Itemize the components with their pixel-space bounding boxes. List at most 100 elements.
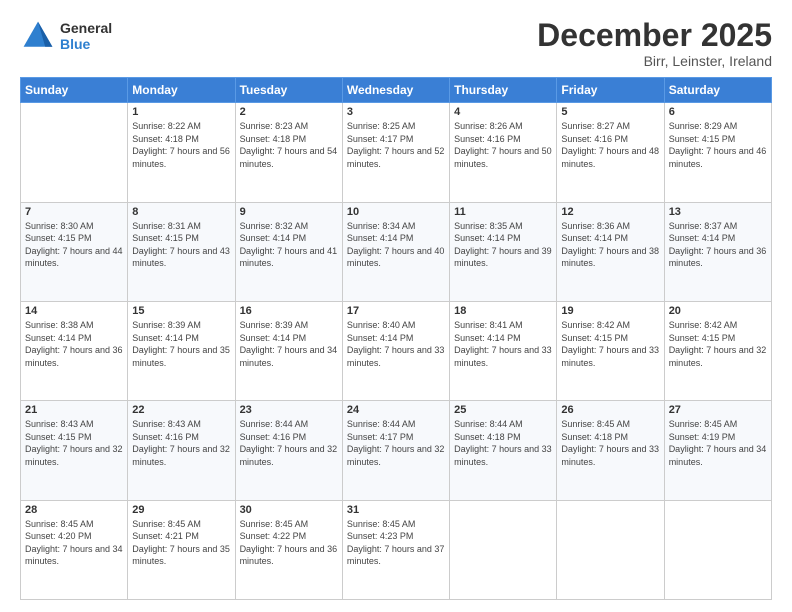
calendar-cell: 7 Sunrise: 8:30 AMSunset: 4:15 PMDaylight… <box>21 202 128 301</box>
calendar-cell: 28 Sunrise: 8:45 AMSunset: 4:20 PMDayligh… <box>21 500 128 599</box>
day-number: 22 <box>132 404 230 416</box>
month-title: December 2025 <box>537 18 772 53</box>
calendar-cell: 16Sunrise: 8:39 AMSunset: 4:14 PMDayligh… <box>235 301 342 400</box>
day-number: 10 <box>347 206 445 218</box>
day-info: Sunrise: 8:42 AMSunset: 4:15 PMDaylight:… <box>561 319 659 369</box>
calendar-cell <box>664 500 771 599</box>
calendar-cell: 19 Sunrise: 8:42 AMSunset: 4:15 PMDayligh… <box>557 301 664 400</box>
calendar-cell: 4Sunrise: 8:26 AMSunset: 4:16 PMDaylight… <box>450 103 557 202</box>
calendar-cell: 14 Sunrise: 8:38 AMSunset: 4:14 PMDayligh… <box>21 301 128 400</box>
calendar-cell: 15Sunrise: 8:39 AMSunset: 4:14 PMDayligh… <box>128 301 235 400</box>
calendar-cell: 24 Sunrise: 8:44 AMSunset: 4:17 PMDayligh… <box>342 401 449 500</box>
day-number: 9 <box>240 206 338 218</box>
day-number: 2 <box>240 106 338 118</box>
header: General Blue December 2025 Birr, Leinste… <box>20 18 772 69</box>
calendar-cell: 17 Sunrise: 8:40 AMSunset: 4:14 PMDayligh… <box>342 301 449 400</box>
day-number: 31 <box>347 504 445 516</box>
calendar-cell: 30 Sunrise: 8:45 AMSunset: 4:22 PMDayligh… <box>235 500 342 599</box>
calendar-cell <box>450 500 557 599</box>
weekday-header: Saturday <box>664 78 771 103</box>
calendar-cell: 5 Sunrise: 8:27 AMSunset: 4:16 PMDaylight… <box>557 103 664 202</box>
weekday-header: Tuesday <box>235 78 342 103</box>
day-info: Sunrise: 8:45 AMSunset: 4:21 PMDaylight:… <box>132 518 230 568</box>
calendar-cell: 18 Sunrise: 8:41 AMSunset: 4:14 PMDayligh… <box>450 301 557 400</box>
calendar-cell: 26 Sunrise: 8:45 AMSunset: 4:18 PMDayligh… <box>557 401 664 500</box>
calendar-cell: 25 Sunrise: 8:44 AMSunset: 4:18 PMDayligh… <box>450 401 557 500</box>
location: Birr, Leinster, Ireland <box>537 53 772 69</box>
weekday-header: Sunday <box>21 78 128 103</box>
calendar: SundayMondayTuesdayWednesdayThursdayFrid… <box>20 77 772 600</box>
logo-text: General Blue <box>60 20 112 52</box>
day-info: Sunrise: 8:43 AMSunset: 4:16 PMDaylight:… <box>132 418 230 468</box>
day-info: Sunrise: 8:41 AMSunset: 4:14 PMDaylight:… <box>454 319 552 369</box>
day-number: 20 <box>669 305 767 317</box>
day-info: Sunrise: 8:26 AMSunset: 4:16 PMDaylight:… <box>454 120 552 170</box>
day-info: Sunrise: 8:45 AMSunset: 4:22 PMDaylight:… <box>240 518 338 568</box>
day-number: 28 <box>25 504 123 516</box>
day-info: Sunrise: 8:37 AMSunset: 4:14 PMDaylight:… <box>669 220 767 270</box>
weekday-header: Monday <box>128 78 235 103</box>
calendar-cell: 2Sunrise: 8:23 AMSunset: 4:18 PMDaylight… <box>235 103 342 202</box>
header-row: SundayMondayTuesdayWednesdayThursdayFrid… <box>21 78 772 103</box>
day-number: 5 <box>561 106 659 118</box>
day-info: Sunrise: 8:44 AMSunset: 4:18 PMDaylight:… <box>454 418 552 468</box>
calendar-cell: 8 Sunrise: 8:31 AMSunset: 4:15 PMDaylight… <box>128 202 235 301</box>
calendar-cell: 20 Sunrise: 8:42 AMSunset: 4:15 PMDayligh… <box>664 301 771 400</box>
calendar-cell: 6Sunrise: 8:29 AMSunset: 4:15 PMDaylight… <box>664 103 771 202</box>
weekday-header: Friday <box>557 78 664 103</box>
day-number: 27 <box>669 404 767 416</box>
day-number: 12 <box>561 206 659 218</box>
logo: General Blue <box>20 18 112 54</box>
day-info: Sunrise: 8:35 AMSunset: 4:14 PMDaylight:… <box>454 220 552 270</box>
day-info: Sunrise: 8:34 AMSunset: 4:14 PMDaylight:… <box>347 220 445 270</box>
day-number: 15 <box>132 305 230 317</box>
day-info: Sunrise: 8:38 AMSunset: 4:14 PMDaylight:… <box>25 319 123 369</box>
weekday-header: Thursday <box>450 78 557 103</box>
calendar-cell <box>21 103 128 202</box>
title-block: December 2025 Birr, Leinster, Ireland <box>537 18 772 69</box>
calendar-week-row: 28 Sunrise: 8:45 AMSunset: 4:20 PMDayligh… <box>21 500 772 599</box>
day-number: 18 <box>454 305 552 317</box>
calendar-cell <box>557 500 664 599</box>
day-info: Sunrise: 8:45 AMSunset: 4:20 PMDaylight:… <box>25 518 123 568</box>
calendar-cell: 27 Sunrise: 8:45 AMSunset: 4:19 PMDayligh… <box>664 401 771 500</box>
day-info: Sunrise: 8:43 AMSunset: 4:15 PMDaylight:… <box>25 418 123 468</box>
day-info: Sunrise: 8:27 AMSunset: 4:16 PMDaylight:… <box>561 120 659 170</box>
calendar-cell: 12 Sunrise: 8:36 AMSunset: 4:14 PMDayligh… <box>557 202 664 301</box>
day-number: 29 <box>132 504 230 516</box>
day-number: 25 <box>454 404 552 416</box>
day-info: Sunrise: 8:40 AMSunset: 4:14 PMDaylight:… <box>347 319 445 369</box>
calendar-week-row: 1Sunrise: 8:22 AMSunset: 4:18 PMDaylight… <box>21 103 772 202</box>
day-info: Sunrise: 8:44 AMSunset: 4:16 PMDaylight:… <box>240 418 338 468</box>
day-info: Sunrise: 8:42 AMSunset: 4:15 PMDaylight:… <box>669 319 767 369</box>
logo-icon <box>20 18 56 54</box>
day-info: Sunrise: 8:45 AMSunset: 4:23 PMDaylight:… <box>347 518 445 568</box>
day-info: Sunrise: 8:45 AMSunset: 4:18 PMDaylight:… <box>561 418 659 468</box>
calendar-cell: 21Sunrise: 8:43 AMSunset: 4:15 PMDayligh… <box>21 401 128 500</box>
day-number: 24 <box>347 404 445 416</box>
calendar-week-row: 7 Sunrise: 8:30 AMSunset: 4:15 PMDaylight… <box>21 202 772 301</box>
calendar-cell: 10 Sunrise: 8:34 AMSunset: 4:14 PMDayligh… <box>342 202 449 301</box>
day-number: 19 <box>561 305 659 317</box>
day-info: Sunrise: 8:44 AMSunset: 4:17 PMDaylight:… <box>347 418 445 468</box>
day-number: 14 <box>25 305 123 317</box>
day-info: Sunrise: 8:30 AMSunset: 4:15 PMDaylight:… <box>25 220 123 270</box>
day-number: 7 <box>25 206 123 218</box>
logo-general: General <box>60 20 112 36</box>
day-number: 26 <box>561 404 659 416</box>
day-number: 8 <box>132 206 230 218</box>
day-info: Sunrise: 8:39 AMSunset: 4:14 PMDaylight:… <box>240 319 338 369</box>
day-number: 17 <box>347 305 445 317</box>
calendar-cell: 23Sunrise: 8:44 AMSunset: 4:16 PMDayligh… <box>235 401 342 500</box>
calendar-cell: 31 Sunrise: 8:45 AMSunset: 4:23 PMDayligh… <box>342 500 449 599</box>
calendar-cell: 3Sunrise: 8:25 AMSunset: 4:17 PMDaylight… <box>342 103 449 202</box>
day-number: 1 <box>132 106 230 118</box>
day-info: Sunrise: 8:32 AMSunset: 4:14 PMDaylight:… <box>240 220 338 270</box>
day-info: Sunrise: 8:45 AMSunset: 4:19 PMDaylight:… <box>669 418 767 468</box>
page: General Blue December 2025 Birr, Leinste… <box>0 0 792 612</box>
day-info: Sunrise: 8:36 AMSunset: 4:14 PMDaylight:… <box>561 220 659 270</box>
day-info: Sunrise: 8:31 AMSunset: 4:15 PMDaylight:… <box>132 220 230 270</box>
day-number: 30 <box>240 504 338 516</box>
weekday-header: Wednesday <box>342 78 449 103</box>
calendar-cell: 1Sunrise: 8:22 AMSunset: 4:18 PMDaylight… <box>128 103 235 202</box>
